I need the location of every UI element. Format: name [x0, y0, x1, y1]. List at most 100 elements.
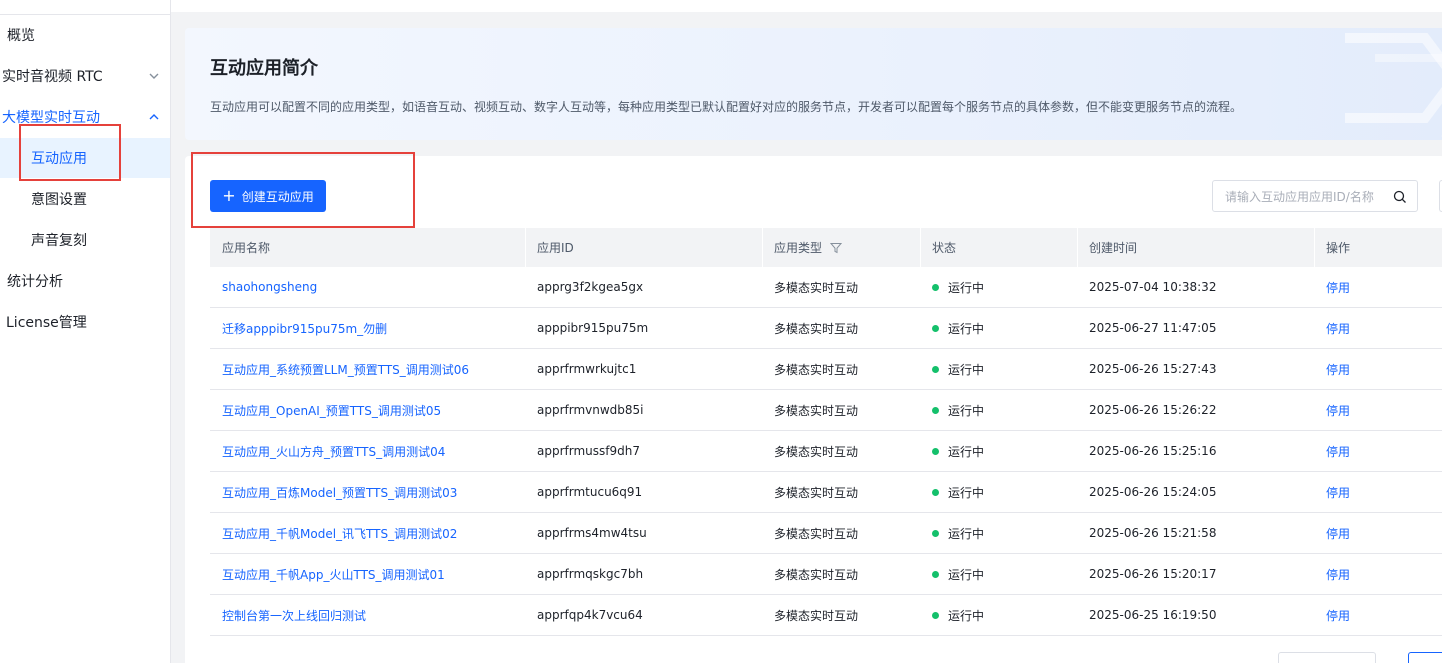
- disable-link[interactable]: 停用: [1314, 349, 1350, 389]
- app-name-link[interactable]: 控制台第一次上线回归测试: [210, 595, 366, 635]
- app-type: 多模态实时互动: [774, 526, 859, 541]
- col-header-created: 创建时间: [1077, 228, 1137, 267]
- created-time: 2025-06-27 11:47:05: [1089, 321, 1217, 335]
- disable-link[interactable]: 停用: [1314, 308, 1350, 348]
- table-row: 互动应用_系统预置LLM_预置TTS_调用测试06 apprfrmwrkujtc1…: [210, 349, 1442, 390]
- search-icon[interactable]: [1393, 190, 1407, 204]
- chevron-up-icon: [149, 114, 159, 120]
- status-dot-icon: [932, 570, 939, 578]
- created-time: 2025-06-26 15:25:16: [1089, 444, 1217, 458]
- col-header-label: 创建时间: [1089, 241, 1138, 255]
- created-time: 2025-07-04 10:38:32: [1089, 280, 1217, 294]
- status-text: 运行中: [948, 280, 985, 295]
- search-input[interactable]: [1225, 187, 1385, 207]
- app-name-link[interactable]: 互动应用_百炼Model_预置TTS_调用测试03: [210, 472, 457, 512]
- status-cell: 运行中: [920, 595, 984, 635]
- status-dot-icon: [932, 611, 939, 619]
- app-type: 多模态实时互动: [774, 444, 859, 459]
- status-dot-icon: [932, 283, 939, 291]
- create-app-button[interactable]: + 创建互动应用: [210, 180, 326, 212]
- app-name-link[interactable]: 互动应用_系统预置LLM_预置TTS_调用测试06: [210, 349, 469, 389]
- sidebar-item-label: 大模型实时互动: [2, 110, 100, 126]
- disable-link[interactable]: 停用: [1314, 267, 1350, 307]
- sidebar-item-voice-clone[interactable]: 声音复刻: [0, 220, 170, 260]
- status-text: 运行中: [948, 567, 985, 582]
- app-name-link[interactable]: shaohongsheng: [210, 267, 317, 307]
- filter-icon[interactable]: [830, 242, 843, 254]
- table-row: 迁移apppibr915pu75m_勿删 apppibr915pu75m 多模态实时…: [210, 308, 1442, 349]
- sidebar-item-interactive-apps[interactable]: 互动应用: [0, 138, 170, 178]
- col-header-status: 状态: [920, 228, 956, 267]
- sidebar-item-label: 意图设置: [31, 192, 87, 208]
- table-row: shaohongsheng apprg3f2kgea5gx 多模态实时互动 运行中 20…: [210, 267, 1442, 308]
- app-type: 多模态实时互动: [774, 403, 859, 418]
- app-id: apprfrmvnwdb85i: [537, 403, 644, 417]
- disable-link[interactable]: 停用: [1314, 513, 1350, 553]
- sidebar-item-label: 互动应用: [31, 151, 87, 167]
- sidebar-item-llm-realtime[interactable]: 大模型实时互动: [0, 97, 170, 137]
- col-header-id: 应用ID: [525, 228, 574, 267]
- created-time: 2025-06-26 15:21:58: [1089, 526, 1217, 540]
- app-type: 多模态实时互动: [774, 362, 859, 377]
- status-dot-icon: [932, 365, 939, 373]
- sidebar-item-overview[interactable]: 概览: [0, 15, 170, 55]
- col-header-label: 操作: [1326, 241, 1351, 255]
- col-header-label: 应用类型: [774, 241, 823, 255]
- disable-link[interactable]: 停用: [1314, 554, 1350, 594]
- table-row: 控制台第一次上线回归测试 apprfqp4k7vcu64 多模态实时互动 运行中 202…: [210, 595, 1442, 636]
- table-row: 互动应用_百炼Model_预置TTS_调用测试03 apprfrmtucu6q91…: [210, 472, 1442, 513]
- app-name-link[interactable]: 互动应用_火山方舟_预置TTS_调用测试04: [210, 431, 445, 471]
- col-header-label: 应用ID: [537, 241, 574, 255]
- app-type: 多模态实时互动: [774, 280, 859, 295]
- create-app-label: 创建互动应用: [241, 189, 314, 204]
- col-header-label: 状态: [932, 241, 957, 255]
- col-header-actions: 操作: [1314, 228, 1350, 267]
- status-dot-icon: [932, 447, 939, 455]
- app-id: apprfrms4mw4tsu: [537, 526, 647, 540]
- table-header: 应用名称 应用ID 应用类型 状态 创建时间 操作: [210, 228, 1442, 267]
- status-cell: 运行中: [920, 513, 984, 553]
- disable-link[interactable]: 停用: [1314, 472, 1350, 512]
- decoration-graphic: [1345, 33, 1442, 137]
- page-size-select[interactable]: [1278, 652, 1376, 663]
- app-id: apprfrmtucu6q91: [537, 485, 643, 499]
- app-name-link[interactable]: 互动应用_OpenAI_预置TTS_调用测试05: [210, 390, 441, 430]
- app-id: apprfrmussf9dh7: [537, 444, 640, 458]
- created-time: 2025-06-26 15:26:22: [1089, 403, 1217, 417]
- status-dot-icon: [932, 529, 939, 537]
- table-row: 互动应用_OpenAI_预置TTS_调用测试05 apprfrmvnwdb85i 多…: [210, 390, 1442, 431]
- page-title: 互动应用简介: [210, 58, 318, 79]
- app-id: apprg3f2kgea5gx: [537, 280, 644, 294]
- created-time: 2025-06-26 15:24:05: [1089, 485, 1217, 499]
- sidebar-item-label: License管理: [6, 315, 87, 331]
- page-number-button[interactable]: [1408, 652, 1442, 663]
- status-cell: 运行中: [920, 431, 984, 471]
- app-id: apprfqp4k7vcu64: [537, 608, 643, 622]
- search-box: [1212, 180, 1418, 212]
- sidebar-item-rtc[interactable]: 实时音视频 RTC: [0, 56, 170, 96]
- disable-link[interactable]: 停用: [1314, 595, 1350, 635]
- sidebar-item-intent-settings[interactable]: 意图设置: [0, 179, 170, 219]
- sidebar: 概览 实时音视频 RTC 大模型实时互动 互动应用 意图设置 声音复刻 统计分析…: [0, 0, 171, 663]
- app-name-link[interactable]: 互动应用_千帆App_火山TTS_调用测试01: [210, 554, 445, 594]
- intro-card: 互动应用简介 互动应用可以配置不同的应用类型，如语音互动、视频互动、数字人互动等…: [185, 28, 1442, 140]
- sidebar-item-license[interactable]: License管理: [0, 302, 170, 342]
- status-text: 运行中: [948, 485, 985, 500]
- sidebar-item-label: 实时音视频 RTC: [2, 69, 103, 85]
- sidebar-item-statistics[interactable]: 统计分析: [0, 261, 170, 301]
- disable-link[interactable]: 停用: [1314, 390, 1350, 430]
- app-name-link[interactable]: 迁移apppibr915pu75m_勿删: [210, 308, 387, 348]
- app-id: apprfrmqskgc7bh: [537, 567, 644, 581]
- col-header-type: 应用类型: [762, 228, 843, 267]
- intro-description: 互动应用可以配置不同的应用类型，如语音互动、视频互动、数字人互动等，每种应用类型…: [210, 100, 1243, 114]
- created-time: 2025-06-26 15:20:17: [1089, 567, 1217, 581]
- disable-link[interactable]: 停用: [1314, 431, 1350, 471]
- app-list-panel: + 创建互动应用 应用名称 应用ID 应用类型 状态 创建时间 操作: [185, 156, 1442, 663]
- status-cell: 运行中: [920, 472, 984, 512]
- created-time: 2025-06-25 16:19:50: [1089, 608, 1217, 622]
- col-header-name: 应用名称: [222, 241, 271, 255]
- status-cell: 运行中: [920, 390, 984, 430]
- app-name-link[interactable]: 互动应用_千帆Model_讯飞TTS_调用测试02: [210, 513, 457, 553]
- app-id: apprfrmwrkujtc1: [537, 362, 637, 376]
- status-cell: 运行中: [920, 267, 984, 307]
